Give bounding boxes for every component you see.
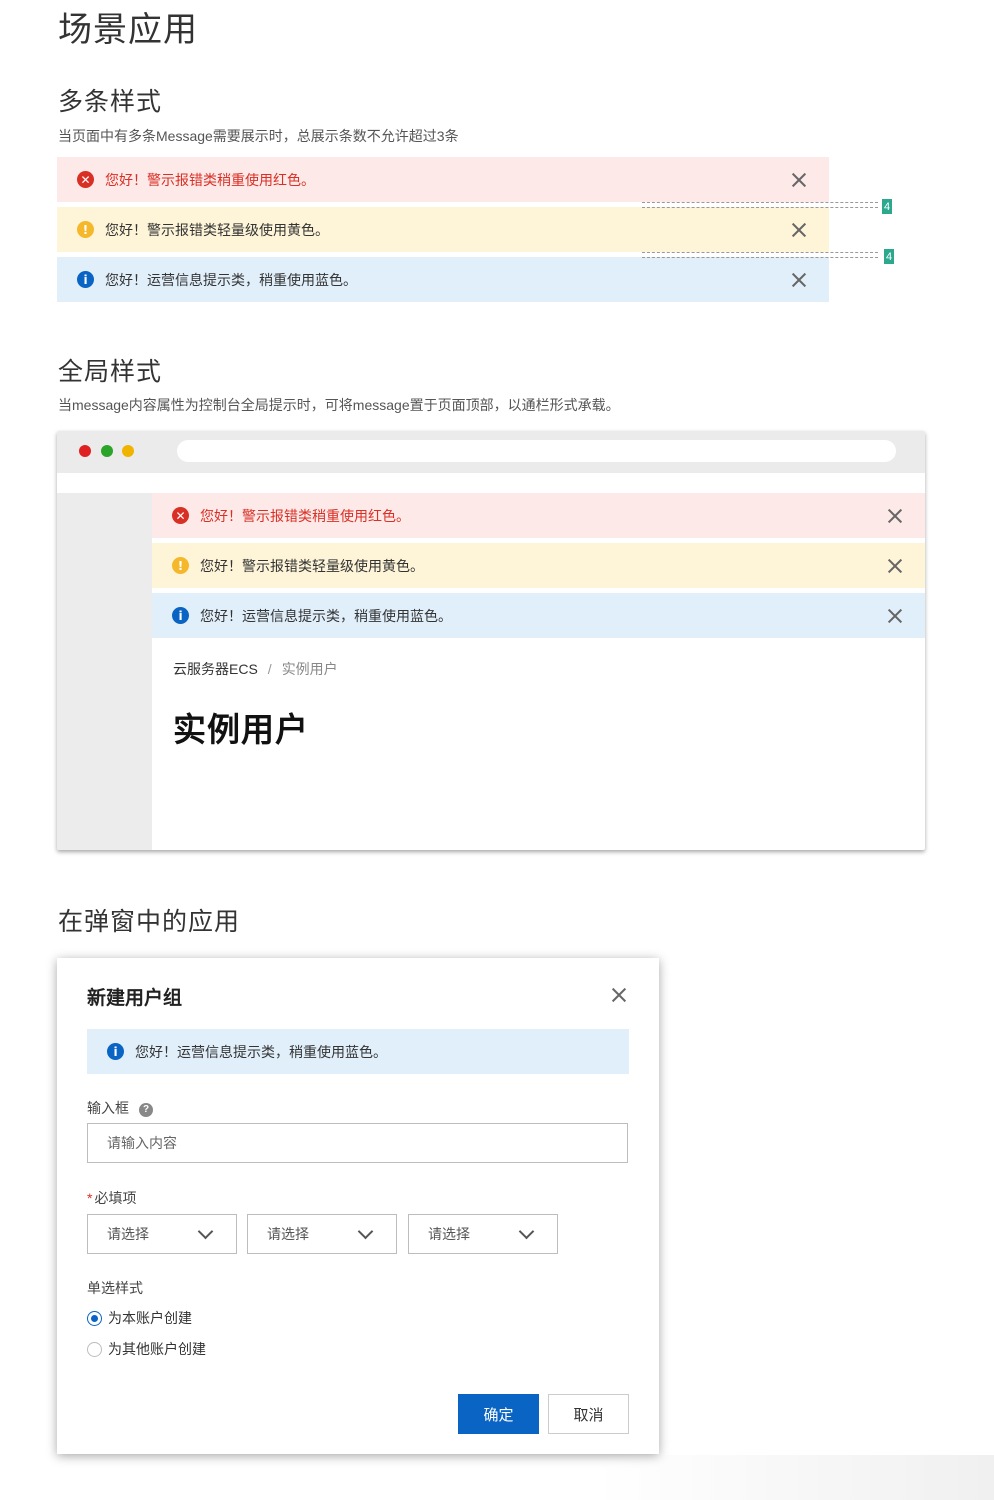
section-heading-dialog: 在弹窗中的应用 (58, 908, 241, 936)
message-error: ✕ 您好！警示报错类稍重使用红色。 (152, 493, 925, 538)
address-bar[interactable] (177, 440, 896, 462)
info-icon: i (77, 271, 94, 288)
page-title: 场景应用 (58, 11, 198, 49)
browser-window: ✕ 您好！警示报错类稍重使用红色。 ! 您好！警示报错类轻量级使用黄色。 i 您… (57, 431, 925, 850)
required-asterisk: * (87, 1190, 93, 1206)
warning-icon: ! (77, 221, 94, 238)
close-icon[interactable] (789, 170, 809, 190)
message-text: 您好！运营信息提示类，稍重使用蓝色。 (200, 607, 452, 624)
message-text: 您好！警示报错类轻量级使用黄色。 (105, 221, 329, 238)
browser-toolbar (57, 431, 925, 473)
section-heading-multi: 多条样式 (58, 88, 163, 116)
radio-option-other-account[interactable]: 为其他账户创建 (87, 1339, 206, 1359)
input-label: 输入框? (87, 1098, 153, 1118)
close-icon[interactable] (885, 606, 905, 626)
warning-icon: ! (172, 557, 189, 574)
message-warning: ! 您好！警示报错类轻量级使用黄色。 (57, 207, 829, 252)
close-icon[interactable] (789, 270, 809, 290)
spacing-guide-bottom (642, 257, 878, 258)
radio-group-label: 单选样式 (87, 1280, 143, 1296)
message-text: 您好！警示报错类轻量级使用黄色。 (200, 557, 424, 574)
minimize-window-dot[interactable] (122, 445, 134, 457)
content-page-title: 实例用户 (173, 711, 309, 748)
message-info: i 您好！运营信息提示类，稍重使用蓝色。 (152, 593, 925, 638)
spacing-guide-top (642, 202, 878, 203)
help-icon[interactable]: ? (139, 1102, 153, 1117)
select-dropdown-3[interactable]: 请选择 (408, 1214, 558, 1254)
sidebar (57, 493, 152, 850)
background-shadow (0, 1455, 994, 1500)
dialog-title: 新建用户组 (87, 988, 183, 1009)
select-dropdown-1[interactable]: 请选择 (87, 1214, 237, 1254)
spacing-tag: 4 (882, 199, 892, 214)
message-text: 您好！运营信息提示类，稍重使用蓝色。 (135, 1043, 387, 1060)
breadcrumb-current: 实例用户 (281, 661, 338, 677)
chevron-down-icon (357, 1223, 374, 1240)
required-label-text: 必填项 (94, 1190, 137, 1206)
dialog: 新建用户组 i 您好！运营信息提示类，稍重使用蓝色。 输入框? *必填项 请选择… (57, 958, 659, 1454)
breadcrumb: 云服务器ECS / 实例用户 (173, 659, 338, 679)
message-text: 您好！警示报错类稍重使用红色。 (105, 171, 315, 188)
error-icon: ✕ (77, 171, 94, 188)
message-warning: ! 您好！警示报错类轻量级使用黄色。 (152, 543, 925, 588)
radio-checked-icon (87, 1310, 102, 1326)
radio-option-own-account[interactable]: 为本账户创建 (87, 1308, 192, 1328)
info-icon: i (107, 1043, 124, 1060)
close-icon[interactable] (609, 985, 629, 1005)
select-value: 请选择 (267, 1226, 309, 1242)
chevron-down-icon (197, 1223, 214, 1240)
required-label: * 必填项 (87, 1188, 136, 1208)
breadcrumb-root-link[interactable]: 云服务器ECS (173, 661, 258, 677)
select-value: 请选择 (428, 1226, 470, 1242)
spacing-tag: 4 (884, 249, 894, 264)
spacing-guide-top (642, 252, 878, 253)
select-dropdown-2[interactable]: 请选择 (247, 1214, 397, 1254)
info-icon: i (172, 607, 189, 624)
close-icon[interactable] (789, 220, 809, 240)
confirm-button[interactable]: 确定 (458, 1394, 539, 1434)
radio-unchecked-icon (87, 1341, 102, 1357)
radio-label: 为其他账户创建 (108, 1341, 206, 1357)
section-description-global: 当message内容属性为控制台全局提示时，可将message置于页面顶部，以通… (58, 397, 620, 413)
error-icon: ✕ (172, 507, 189, 524)
close-icon[interactable] (885, 506, 905, 526)
message-error: ✕ 您好！警示报错类稍重使用红色。 (57, 157, 829, 202)
message-info: i 您好！运营信息提示类，稍重使用蓝色。 (87, 1029, 629, 1074)
close-icon[interactable] (885, 556, 905, 576)
chevron-down-icon (518, 1223, 535, 1240)
message-text: 您好！运营信息提示类，稍重使用蓝色。 (105, 271, 357, 288)
cancel-button[interactable]: 取消 (548, 1394, 629, 1434)
maximize-window-dot[interactable] (101, 445, 113, 457)
message-info: i 您好！运营信息提示类，稍重使用蓝色。 (57, 257, 829, 302)
section-description-multi: 当页面中有多条Message需要展示时，总展示条数不允许超过3条 (58, 128, 459, 144)
section-heading-global: 全局样式 (58, 358, 163, 386)
select-value: 请选择 (107, 1226, 149, 1242)
input-label-text: 输入框 (87, 1100, 129, 1116)
spacing-guide-bottom (642, 207, 878, 208)
message-text: 您好！警示报错类稍重使用红色。 (200, 507, 410, 524)
radio-label: 为本账户创建 (108, 1310, 192, 1326)
breadcrumb-separator: / (267, 661, 272, 677)
close-window-dot[interactable] (79, 445, 91, 457)
content-input[interactable] (87, 1123, 628, 1163)
